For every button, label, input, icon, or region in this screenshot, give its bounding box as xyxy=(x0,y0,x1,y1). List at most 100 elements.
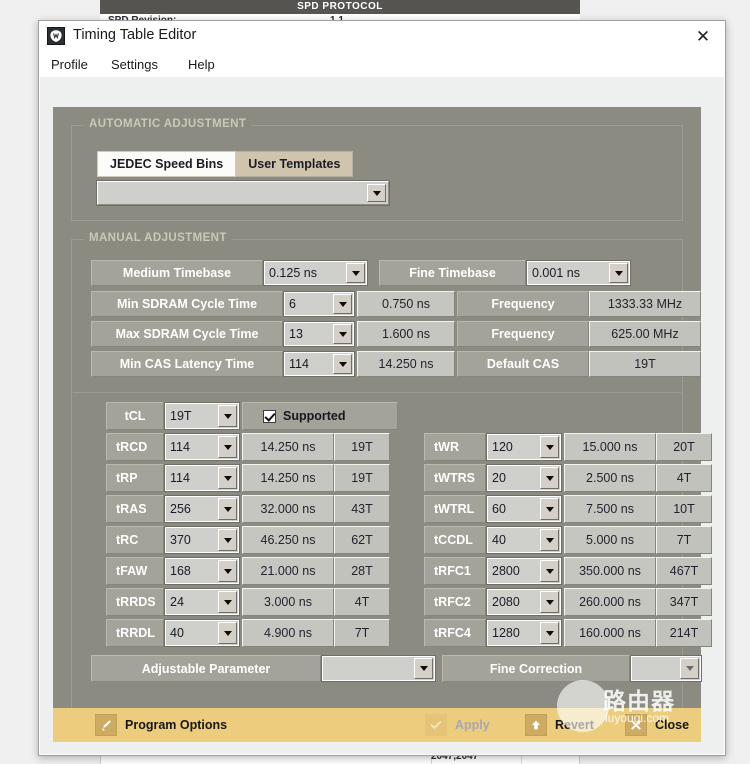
timing-label-tras: tRAS xyxy=(106,495,164,523)
menu-settings[interactable]: Settings xyxy=(107,56,162,73)
timing-select-trc[interactable]: 370 xyxy=(164,526,240,554)
chevron-down-icon[interactable] xyxy=(333,354,352,374)
close-button[interactable]: Close xyxy=(625,708,689,742)
manual-adjustment-group: MANUAL ADJUSTMENT Medium Timebase 0.125 … xyxy=(71,239,683,714)
timing-code-trfc4: 1280 xyxy=(492,626,520,640)
timing-ns-trfc4: 160.000 ns xyxy=(564,619,656,647)
chevron-down-icon[interactable] xyxy=(218,529,237,551)
close-label: Close xyxy=(655,718,689,732)
chevron-down-icon[interactable] xyxy=(414,658,433,679)
program-options-button[interactable]: Program Options xyxy=(95,708,227,742)
tcl-supported-checkbox[interactable] xyxy=(263,410,276,423)
timing-code-tfaw: 168 xyxy=(170,564,191,578)
timing-select-trfc4[interactable]: 1280 xyxy=(486,619,562,647)
close-icon xyxy=(625,714,647,736)
brush-icon xyxy=(95,714,117,736)
max-sdram-cycle-time-select[interactable]: 13 xyxy=(283,321,355,347)
timing-code-trfc1: 2800 xyxy=(492,564,520,578)
menu-help[interactable]: Help xyxy=(184,56,219,73)
timing-label-twr: tWR xyxy=(424,433,486,461)
tcl-supported-label: Supported xyxy=(283,409,346,423)
window-close-button[interactable]: ✕ xyxy=(681,21,725,53)
timing-select-trcd[interactable]: 114 xyxy=(164,433,240,461)
chevron-down-icon[interactable] xyxy=(680,658,699,679)
chevron-down-icon[interactable] xyxy=(609,263,628,283)
timing-code-trrdl: 40 xyxy=(170,626,184,640)
timing-code-trp: 114 xyxy=(170,471,190,485)
chevron-down-icon[interactable] xyxy=(540,498,559,520)
timing-clocks-twtrl: 10T xyxy=(656,495,712,523)
chevron-down-icon[interactable] xyxy=(346,263,365,283)
max-frequency-value: 625.00 MHz xyxy=(589,321,701,347)
tab-user-templates[interactable]: User Templates xyxy=(236,151,353,177)
timing-clocks-trfc1: 467T xyxy=(656,557,712,585)
chevron-down-icon[interactable] xyxy=(540,467,559,489)
chevron-down-icon[interactable] xyxy=(218,498,237,520)
chevron-down-icon[interactable] xyxy=(540,560,559,582)
timing-label-twtrs: tWTRS xyxy=(424,464,486,492)
timing-clocks-tras: 43T xyxy=(334,495,390,523)
timing-label-trfc4: tRFC4 xyxy=(424,619,486,647)
timing-ns-trp: 14.250 ns xyxy=(242,464,334,492)
chevron-down-icon[interactable] xyxy=(218,436,237,458)
speed-bin-select[interactable] xyxy=(97,181,389,205)
timing-code-trc: 370 xyxy=(170,533,191,547)
timing-code-twr: 120 xyxy=(492,440,513,454)
chevron-down-icon[interactable] xyxy=(218,560,237,582)
chevron-down-icon[interactable] xyxy=(540,622,559,644)
tab-jedec-speed-bins[interactable]: JEDEC Speed Bins xyxy=(97,151,236,177)
dialog-work-area: AUTOMATIC ADJUSTMENT JEDEC Speed Bins Us… xyxy=(40,77,724,754)
timing-select-trp[interactable]: 114 xyxy=(164,464,240,492)
timing-label-trc: tRC xyxy=(106,526,164,554)
chevron-down-icon[interactable] xyxy=(218,405,237,427)
timing-clocks-trrds: 4T xyxy=(334,588,390,616)
tcl-select[interactable]: 19T xyxy=(164,402,240,430)
timing-select-trfc1[interactable]: 2800 xyxy=(486,557,562,585)
timing-label-trrdl: tRRDL xyxy=(106,619,164,647)
timing-select-tras[interactable]: 256 xyxy=(164,495,240,523)
fine-timebase-value: 0.001 ns xyxy=(532,266,580,280)
timing-select-twtrl[interactable]: 60 xyxy=(486,495,562,523)
apply-label: Apply xyxy=(455,718,490,732)
timing-select-tfaw[interactable]: 168 xyxy=(164,557,240,585)
automatic-adjustment-group: AUTOMATIC ADJUSTMENT JEDEC Speed Bins Us… xyxy=(71,125,683,221)
min-cas-latency-time-select[interactable]: 114 xyxy=(283,351,355,377)
revert-button[interactable]: Revert xyxy=(525,708,594,742)
timing-select-trrdl[interactable]: 40 xyxy=(164,619,240,647)
chevron-down-icon[interactable] xyxy=(218,622,237,644)
min-sdram-cycle-time-select[interactable]: 6 xyxy=(283,291,355,317)
min-frequency-value: 1333.33 MHz xyxy=(589,291,701,317)
chevron-down-icon[interactable] xyxy=(333,294,352,314)
medium-timebase-value: 0.125 ns xyxy=(269,266,317,280)
timing-clocks-trfc2: 347T xyxy=(656,588,712,616)
chevron-down-icon[interactable] xyxy=(333,324,352,344)
apply-button[interactable]: Apply xyxy=(425,708,490,742)
timing-select-tccdl[interactable]: 40 xyxy=(486,526,562,554)
timing-select-trfc2[interactable]: 2080 xyxy=(486,588,562,616)
fine-correction-select[interactable] xyxy=(630,655,702,682)
timing-select-trrds[interactable]: 24 xyxy=(164,588,240,616)
chevron-down-icon[interactable] xyxy=(540,436,559,458)
timing-ns-trc: 46.250 ns xyxy=(242,526,334,554)
fine-timebase-select[interactable]: 0.001 ns xyxy=(526,260,631,286)
timing-ns-trfc1: 350.000 ns xyxy=(564,557,656,585)
min-frequency-label: Frequency xyxy=(457,291,589,317)
timing-code-twtrs: 20 xyxy=(492,471,506,485)
medium-timebase-select[interactable]: 0.125 ns xyxy=(263,260,368,286)
manual-section-divider xyxy=(73,392,681,393)
timing-select-twtrs[interactable]: 20 xyxy=(486,464,562,492)
timing-clocks-trcd: 19T xyxy=(334,433,390,461)
timing-clocks-trc: 62T xyxy=(334,526,390,554)
chevron-down-icon[interactable] xyxy=(367,184,386,202)
chevron-down-icon[interactable] xyxy=(218,467,237,489)
chevron-down-icon[interactable] xyxy=(540,591,559,613)
chevron-down-icon[interactable] xyxy=(218,591,237,613)
timing-select-twr[interactable]: 120 xyxy=(486,433,562,461)
adjustable-parameter-select[interactable] xyxy=(321,655,436,682)
menu-profile[interactable]: Profile xyxy=(47,56,92,73)
default-cas-label: Default CAS xyxy=(457,351,589,377)
chevron-down-icon[interactable] xyxy=(540,529,559,551)
tcl-supported-row[interactable]: Supported xyxy=(242,402,398,430)
timing-ns-twtrs: 2.500 ns xyxy=(564,464,656,492)
max-sdram-cycle-time-code: 13 xyxy=(289,327,303,341)
